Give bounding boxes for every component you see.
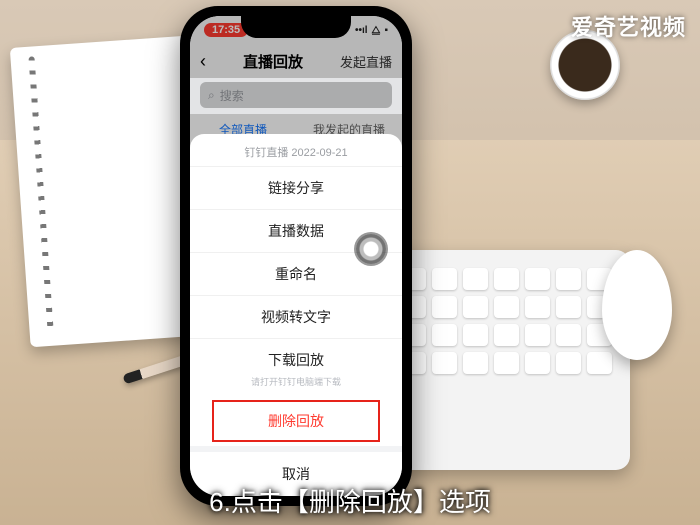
phone-notch [241,16,351,38]
sheet-item-download-hint: 请打开钉钉电脑端下载 [190,375,402,396]
assistive-touch[interactable] [356,234,386,264]
tutorial-caption: 6.点击【删除回放】选项 [0,482,700,519]
phone-frame: 17:35 ••ıl ⧋ ▪ ‹ 直播回放 发起直播 ⌕ 搜索 [180,6,412,506]
sheet-title: 钉钉直播 2022-09-21 [190,134,402,166]
action-sheet: 钉钉直播 2022-09-21 链接分享 直播数据 重命名 视频转文字 下载回放… [190,134,402,496]
tutorial-highlight: 删除回放 [212,400,380,442]
sheet-item-video-to-text[interactable]: 视频转文字 [190,295,402,338]
mouse-prop [602,250,672,360]
tutorial-frame: 爱奇艺视频 17:35 ••ıl ⧋ ▪ ‹ 直播回放 发起直播 [0,0,700,525]
sheet-item-link-share[interactable]: 链接分享 [190,166,402,209]
sheet-item-delete-replay[interactable]: 删除回放 [214,402,378,440]
video-watermark: 爱奇艺视频 [571,10,686,42]
phone-screen: 17:35 ••ıl ⧋ ▪ ‹ 直播回放 发起直播 ⌕ 搜索 [190,16,402,496]
